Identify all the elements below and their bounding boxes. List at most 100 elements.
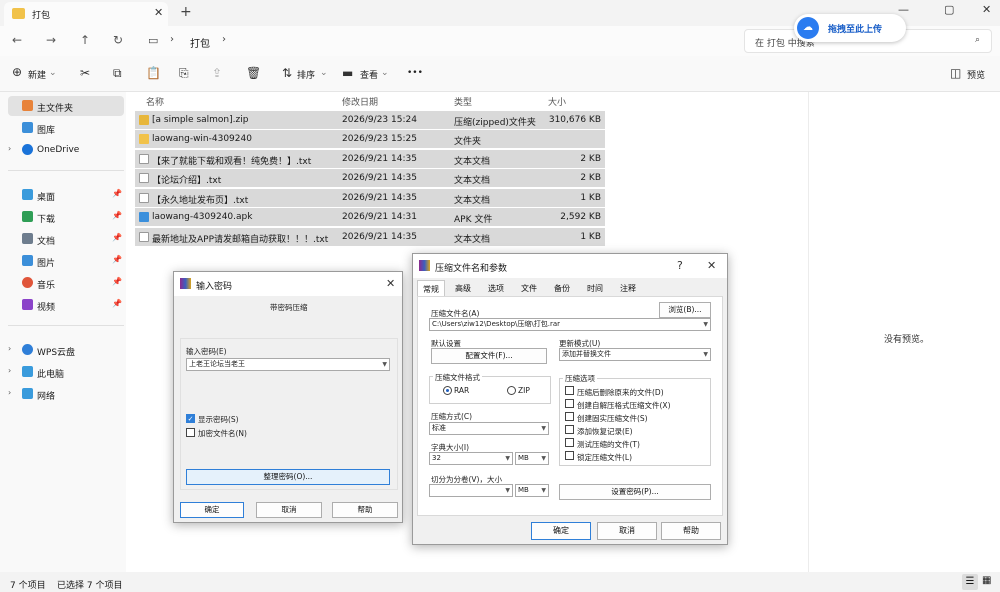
paste-icon[interactable]: 📋 [146, 66, 161, 80]
delete-after-label[interactable]: 压缩后删除原来的文件(D) [577, 387, 664, 398]
search-icon[interactable]: ⌕ [975, 35, 980, 45]
show-password-label[interactable]: 显示密码(S) [198, 414, 239, 425]
new-button[interactable]: 新建 [28, 68, 46, 81]
pin-icon[interactable]: 📌 [112, 255, 122, 264]
pin-icon[interactable]: 📌 [112, 211, 122, 220]
dropdown-arrow-icon[interactable]: ▼ [505, 453, 510, 464]
refresh-icon[interactable]: ↻ [113, 33, 123, 47]
tab-backup[interactable]: 备份 [549, 280, 575, 296]
chevron-down-icon[interactable]: ⌄ [381, 68, 389, 78]
chevron-down-icon[interactable]: ⌄ [320, 68, 328, 78]
delete-after-checkbox[interactable] [565, 386, 574, 395]
table-row[interactable]: [a simple salmon].zip 2026/9/23 15:24 压缩… [135, 111, 605, 129]
chevron-right-icon[interactable]: › [8, 144, 11, 153]
forward-icon[interactable]: → [46, 33, 56, 47]
compression-method-select[interactable]: 标准 ▼ [429, 422, 549, 435]
tab-time[interactable]: 时间 [582, 280, 608, 296]
delete-icon[interactable]: 🗑 [246, 66, 261, 80]
sort-button[interactable]: 排序 [297, 68, 315, 81]
split-unit-select[interactable]: MB ▼ [515, 484, 549, 497]
path-box[interactable]: ▭ › 打包 › [140, 29, 734, 53]
dictionary-size-select[interactable]: 32 ▼ [429, 452, 513, 465]
ok-button[interactable]: 确定 [531, 522, 591, 540]
encrypt-names-label[interactable]: 加密文件名(N) [198, 428, 247, 439]
dropdown-arrow-icon[interactable]: ▼ [703, 319, 708, 330]
profiles-button[interactable]: 配置文件(F)... [431, 348, 547, 364]
help-button[interactable]: 帮助 [661, 522, 721, 540]
sidebar-item-pictures[interactable]: 图片 📌 [8, 251, 124, 271]
recovery-record-checkbox[interactable] [565, 425, 574, 434]
close-tab-icon[interactable]: ✕ [154, 6, 163, 19]
dictionary-unit-select[interactable]: MB ▼ [515, 452, 549, 465]
close-icon[interactable]: ✕ [707, 259, 716, 272]
show-password-checkbox[interactable]: ✓ [186, 414, 195, 423]
lock-archive-checkbox[interactable] [565, 451, 574, 460]
plus-circle-icon[interactable]: ⊕ [12, 65, 22, 79]
column-date[interactable]: 修改日期 [342, 95, 378, 108]
split-volume-input[interactable]: ▼ [429, 484, 513, 497]
dropdown-arrow-icon[interactable]: ▼ [541, 453, 546, 464]
close-window-button[interactable]: ✕ [982, 3, 991, 16]
set-password-button[interactable]: 设置密码(P)... [559, 484, 711, 500]
table-row[interactable]: 【来了就能下载和观看！纯免费！】.txt 2026/9/21 14:35 文本文… [135, 150, 605, 168]
sidebar-item-home[interactable]: 主文件夹 [8, 96, 124, 116]
view-button[interactable]: 查看 [360, 68, 378, 81]
column-name[interactable]: 名称 [146, 95, 164, 108]
cut-icon[interactable]: ✂ [80, 66, 90, 80]
preview-pane-icon[interactable]: ◫ [950, 66, 961, 80]
tab-advanced[interactable]: 高级 [450, 280, 476, 296]
update-mode-select[interactable]: 添加并替换文件 ▼ [559, 348, 711, 361]
lock-archive-label[interactable]: 锁定压缩文件(L) [577, 452, 632, 463]
minimize-button[interactable]: — [898, 3, 909, 16]
up-icon[interactable]: ↑ [80, 33, 90, 47]
dropdown-arrow-icon[interactable]: ▼ [541, 423, 546, 434]
ok-button[interactable]: 确定 [180, 502, 244, 518]
dropdown-arrow-icon[interactable]: ▼ [541, 485, 546, 496]
tiles-view-icon[interactable]: ▦ [982, 575, 991, 586]
browse-button[interactable]: 浏览(B)... [659, 302, 711, 318]
pin-icon[interactable]: 📌 [112, 277, 122, 286]
sfx-checkbox[interactable] [565, 399, 574, 408]
sidebar-item-desktop[interactable]: 桌面 📌 [8, 185, 124, 205]
password-input[interactable]: 上老王论坛当老王 ▼ [186, 358, 390, 371]
more-button[interactable]: ••• [407, 68, 423, 78]
solid-label[interactable]: 创建固实压缩文件(S) [577, 413, 648, 424]
rename-icon[interactable]: ⎘ [179, 66, 189, 81]
rar-label[interactable]: RAR [454, 386, 469, 395]
share-icon[interactable]: ⇪ [212, 66, 222, 80]
tab-options[interactable]: 选项 [483, 280, 509, 296]
pin-icon[interactable]: 📌 [112, 299, 122, 308]
sidebar-item-downloads[interactable]: 下载 📌 [8, 207, 124, 227]
table-row[interactable]: 最新地址及APP请发邮箱自动获取！！！.txt 2026/9/21 14:35 … [135, 228, 605, 246]
table-row[interactable]: 【永久地址发布页】.txt 2026/9/21 14:35 文本文档 1 KB [135, 189, 605, 207]
organize-passwords-button[interactable]: 整理密码(O)... [186, 469, 390, 485]
rar-radio[interactable] [443, 386, 452, 395]
zip-radio[interactable] [507, 386, 516, 395]
test-files-label[interactable]: 测试压缩的文件(T) [577, 439, 640, 450]
sort-icon[interactable]: ⇅ [282, 66, 292, 80]
cancel-button[interactable]: 取消 [256, 502, 322, 518]
table-row[interactable]: 【论坛介绍】.txt 2026/9/21 14:35 文本文档 2 KB [135, 169, 605, 187]
pin-icon[interactable]: 📌 [112, 189, 122, 198]
sidebar-item-network[interactable]: › 网络 [8, 384, 124, 404]
back-icon[interactable]: ← [12, 33, 22, 47]
sidebar-item-this-pc[interactable]: › 此电脑 [8, 362, 124, 382]
chevron-right-icon[interactable]: › [222, 34, 226, 45]
chevron-right-icon[interactable]: › [8, 388, 11, 397]
drag-upload-button[interactable]: ☁ 拖拽至此上传 [794, 14, 906, 42]
view-icon[interactable]: ▬ [342, 66, 353, 80]
chevron-down-icon[interactable]: ⌄ [49, 68, 57, 78]
new-tab-button[interactable]: + [180, 4, 192, 20]
archive-name-input[interactable]: C:\Users\ziw12\Desktop\压缩\打包.rar ▼ [429, 318, 711, 331]
details-view-icon[interactable]: ☰ [962, 574, 978, 590]
maximize-button[interactable]: ▢ [944, 3, 954, 16]
help-question-icon[interactable]: ? [677, 259, 683, 272]
zip-label[interactable]: ZIP [518, 386, 530, 395]
sidebar-item-onedrive[interactable]: › OneDrive [8, 140, 124, 160]
table-row[interactable]: laowang-win-4309240 2026/9/23 15:25 文件夹 [135, 130, 605, 148]
dropdown-arrow-icon[interactable]: ▼ [703, 349, 708, 360]
solid-checkbox[interactable] [565, 412, 574, 421]
chevron-right-icon[interactable]: › [170, 34, 174, 45]
column-size[interactable]: 大小 [548, 95, 566, 108]
recovery-record-label[interactable]: 添加恢复记录(E) [577, 426, 633, 437]
